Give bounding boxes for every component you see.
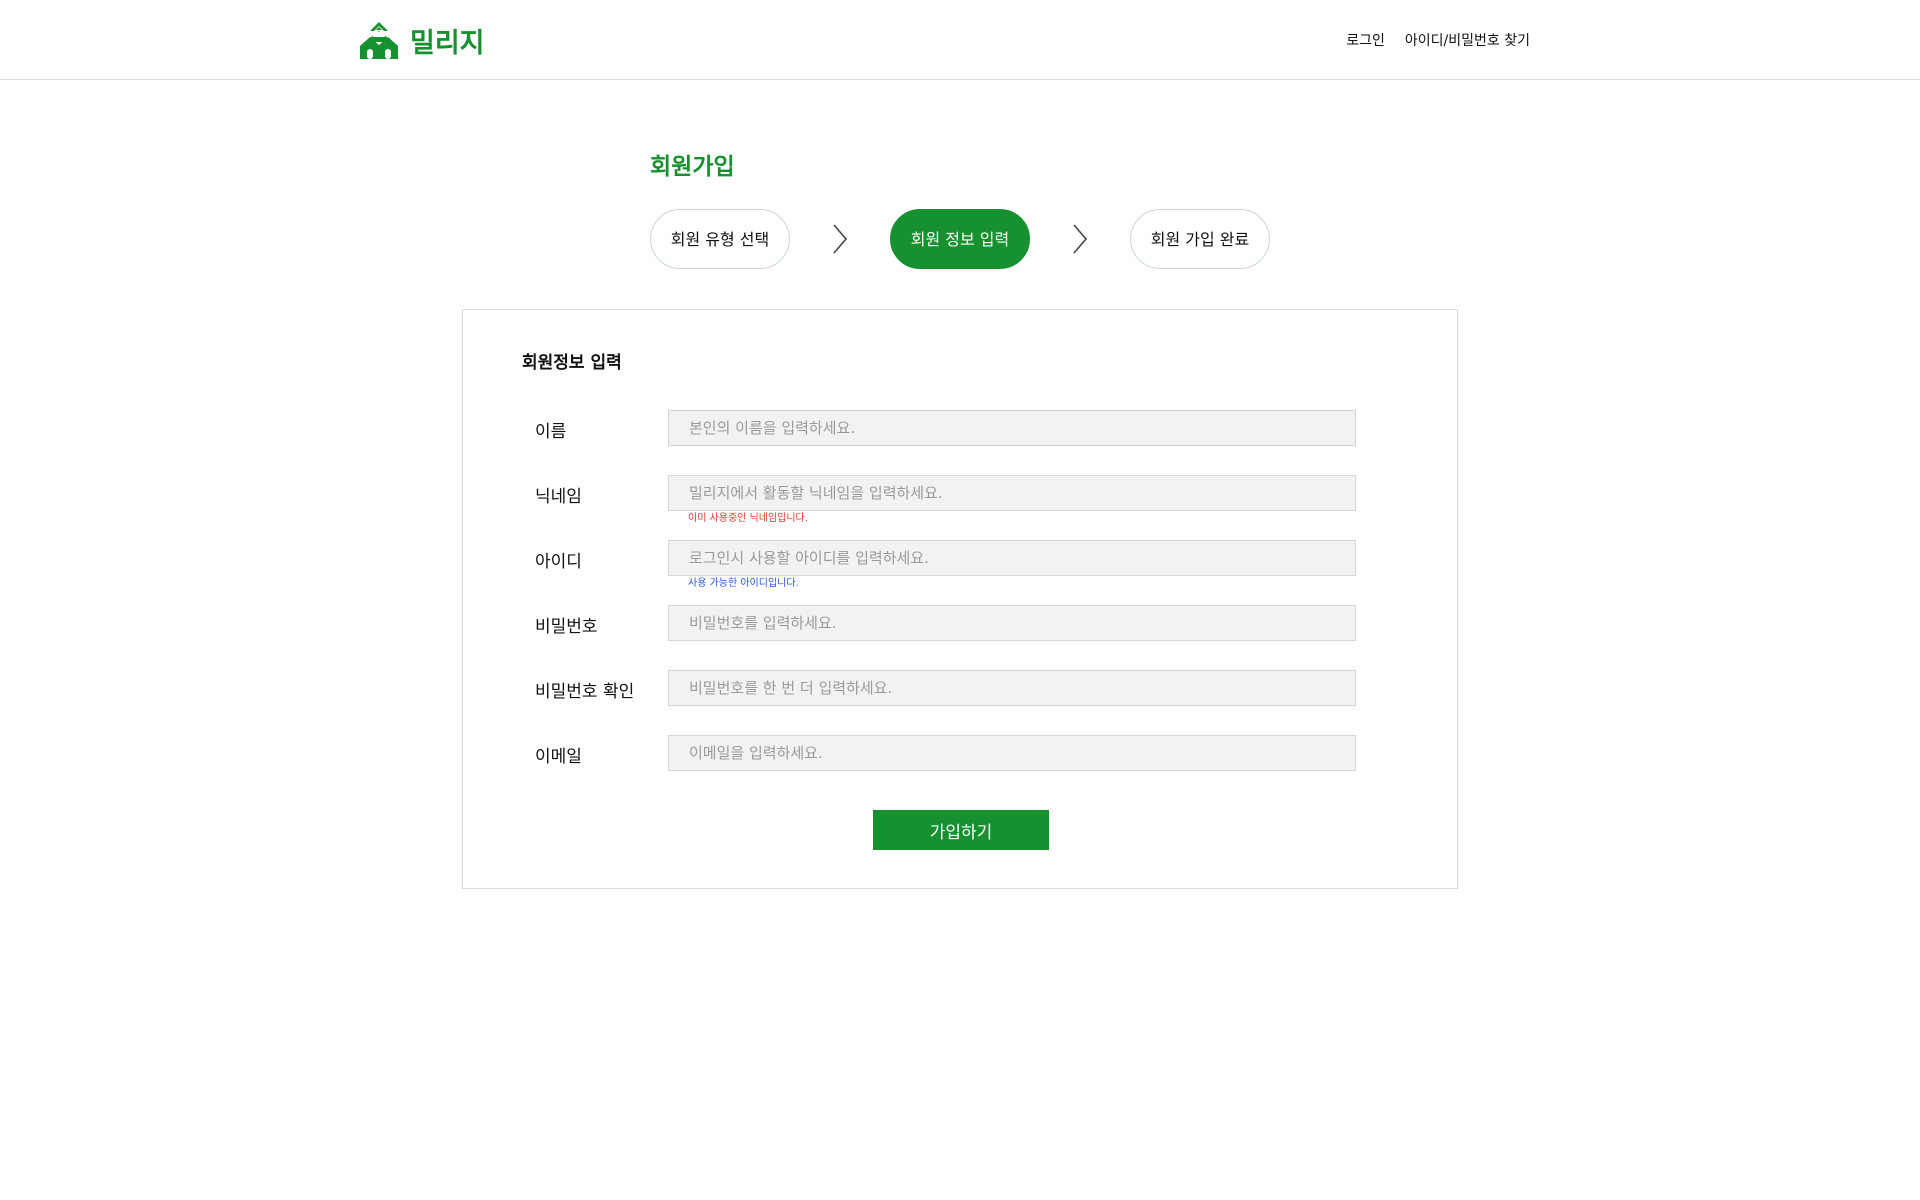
name-row: 이름 xyxy=(463,410,1459,446)
logo-text: 밀리지 xyxy=(410,27,485,59)
form-title: 회원정보 입력 xyxy=(522,353,622,373)
step-label: 회원 정보 입력 xyxy=(910,229,1010,249)
chevron-right-icon xyxy=(1070,223,1090,255)
userid-field[interactable] xyxy=(668,540,1356,576)
top-nav: 로그인 아이디/비밀번호 찾기 xyxy=(1346,30,1530,50)
step-label: 회원 유형 선택 xyxy=(670,229,770,249)
logo-link[interactable]: 밀리지 xyxy=(359,19,485,61)
nickname-error-message: 이미 사용중인 닉네임입니다. xyxy=(688,513,808,524)
step-complete: 회원 가입 완료 xyxy=(1130,209,1270,269)
email-label: 이메일 xyxy=(535,747,582,767)
signup-submit-button[interactable]: 가입하기 xyxy=(873,810,1049,850)
step-select-type: 회원 유형 선택 xyxy=(650,209,790,269)
nickname-field[interactable] xyxy=(668,475,1356,511)
nickname-row: 닉네임 이미 사용중인 닉네임입니다. xyxy=(463,475,1459,524)
password-label: 비밀번호 xyxy=(535,617,598,637)
email-row: 이메일 xyxy=(463,735,1459,771)
nickname-label: 닉네임 xyxy=(535,487,582,507)
find-account-link[interactable]: 아이디/비밀번호 찾기 xyxy=(1405,30,1530,50)
site-header: 밀리지 로그인 아이디/비밀번호 찾기 xyxy=(0,0,1920,80)
password-confirm-label: 비밀번호 확인 xyxy=(535,682,635,702)
name-field[interactable] xyxy=(668,410,1356,446)
chevron-right-icon xyxy=(830,223,850,255)
password-confirm-row: 비밀번호 확인 xyxy=(463,670,1459,706)
page-title: 회원가입 xyxy=(650,154,735,180)
step-label: 회원 가입 완료 xyxy=(1150,229,1250,249)
signup-form: 회원정보 입력 이름 닉네임 이미 사용중인 닉네임입니다. 아이디 사용 가능… xyxy=(462,309,1458,889)
email-field[interactable] xyxy=(668,735,1356,771)
password-field[interactable] xyxy=(668,605,1356,641)
signup-steps: 회원 유형 선택 회원 정보 입력 회원 가입 완료 xyxy=(650,209,1270,269)
password-confirm-field[interactable] xyxy=(668,670,1356,706)
userid-label: 아이디 xyxy=(535,552,582,572)
userid-row: 아이디 사용 가능한 아이디입니다. xyxy=(463,540,1459,589)
userid-available-message: 사용 가능한 아이디입니다. xyxy=(688,578,799,589)
name-label: 이름 xyxy=(535,422,567,442)
login-link[interactable]: 로그인 xyxy=(1346,30,1385,50)
step-enter-info: 회원 정보 입력 xyxy=(890,209,1030,269)
password-row: 비밀번호 xyxy=(463,605,1459,641)
houses-logo-icon xyxy=(359,20,399,60)
